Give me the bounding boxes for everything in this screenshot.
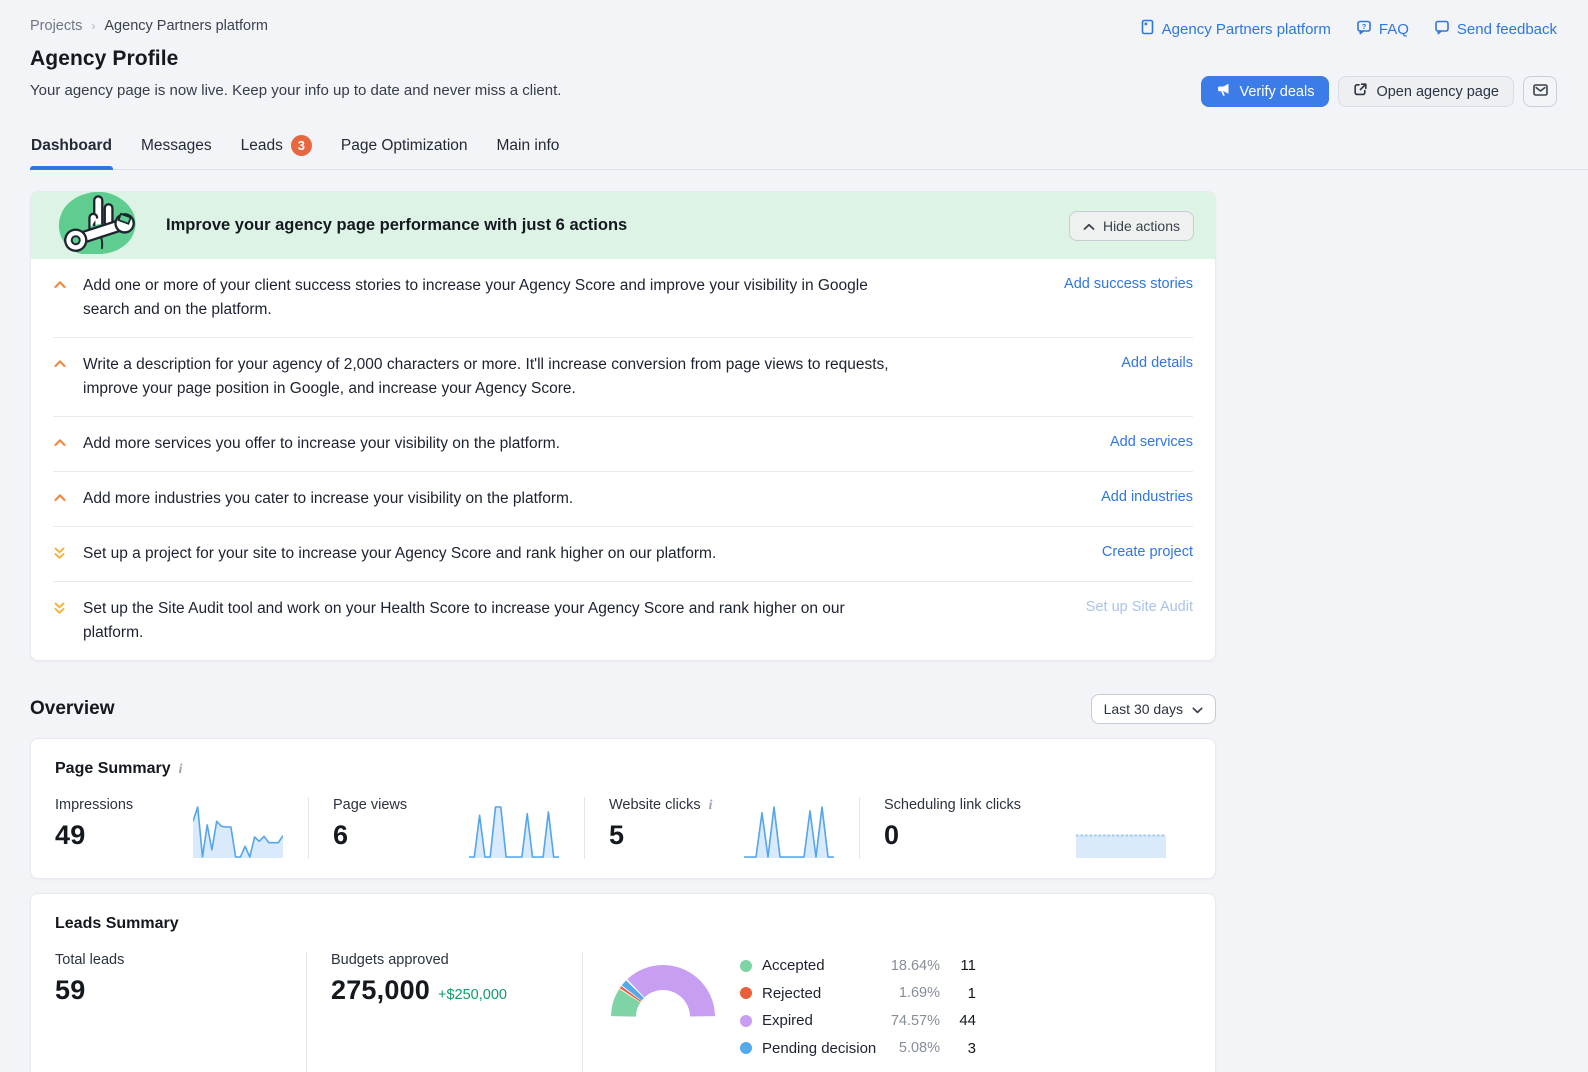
pending-decision-dot-icon: [740, 1042, 752, 1055]
budgets-approved-delta: +$250,000: [438, 987, 507, 1003]
leads-summary-card: Leads Summary Total leads 59 Budgets app…: [30, 893, 1216, 1072]
date-range-select[interactable]: Last 30 days: [1090, 694, 1216, 724]
actions-banner: Improve your agency page performance wit…: [31, 192, 1215, 259]
hide-actions-button[interactable]: Hide actions: [1068, 211, 1194, 241]
legend-row-accepted: Accepted 18.64% 11: [740, 952, 976, 980]
priority-high-icon: [53, 353, 83, 375]
page-summary-card: Page Summary i Impressions 49 Page views…: [30, 738, 1216, 879]
legend-row-expired: Expired 74.57% 44: [740, 1007, 976, 1035]
website-clicks-sparkline: [744, 806, 834, 858]
breadcrumb-chevron-icon: ›: [91, 19, 96, 33]
leads-status-donut-chart: [611, 965, 715, 1017]
hand-wrench-illustration: [49, 192, 150, 259]
tab-page-optimization[interactable]: Page Optimization: [340, 129, 469, 169]
metric-website-clicks: Website clicks i 5: [584, 797, 859, 859]
action-item-success-stories: Add one or more of your client success s…: [53, 259, 1193, 337]
header-links: Agency Partners platform ? FAQ Send feed…: [1140, 19, 1557, 39]
add-services-link[interactable]: Add services: [1110, 432, 1193, 450]
document-icon: [1140, 19, 1155, 39]
tab-messages[interactable]: Messages: [140, 129, 213, 169]
accepted-dot-icon: [740, 959, 752, 972]
send-feedback-link[interactable]: Send feedback: [1434, 19, 1557, 39]
action-item-project: Set up a project for your site to increa…: [53, 526, 1193, 581]
impressions-sparkline: [193, 806, 283, 858]
action-item-services: Add more services you offer to increase …: [53, 416, 1193, 471]
breadcrumb-projects[interactable]: Projects: [30, 18, 82, 34]
add-details-link[interactable]: Add details: [1121, 353, 1193, 371]
tab-leads[interactable]: Leads 3: [240, 129, 313, 169]
budgets-approved-value: 275,000: [331, 975, 430, 1005]
tab-bar: Dashboard Messages Leads 3 Page Optimizat…: [30, 129, 1588, 170]
budgets-approved-block: Budgets approved 275,000 +$250,000: [306, 952, 582, 1072]
page-title: Agency Profile: [30, 47, 179, 70]
header-actions: Verify deals Open agency page: [1201, 76, 1557, 107]
scheduling-clicks-sparkline: [1076, 834, 1166, 858]
rejected-dot-icon: [740, 987, 752, 1000]
leads-status-legend: Accepted 18.64% 11 Rejected 1.69% 1 Expi…: [740, 952, 976, 1062]
legend-row-pending: Pending decision 5.08% 3: [740, 1035, 976, 1063]
open-agency-page-button[interactable]: Open agency page: [1338, 76, 1514, 107]
priority-low-icon: [53, 597, 83, 621]
tab-main-info[interactable]: Main info: [496, 129, 561, 169]
actions-banner-title: Improve your agency page performance wit…: [166, 216, 628, 234]
leads-summary-content: Total leads 59 Budgets approved 275,000 …: [55, 952, 1191, 1072]
megaphone-icon: [1216, 82, 1231, 101]
page-views-sparkline: [469, 806, 559, 858]
info-icon[interactable]: i: [709, 797, 713, 813]
website-clicks-value: 5: [609, 820, 625, 850]
total-leads-block: Total leads 59: [55, 952, 306, 1072]
create-project-link[interactable]: Create project: [1102, 542, 1193, 560]
info-icon[interactable]: i: [179, 761, 183, 777]
add-industries-link[interactable]: Add industries: [1101, 487, 1193, 505]
leads-count-badge: 3: [290, 135, 312, 156]
priority-high-icon: [53, 432, 83, 454]
priority-high-icon: [53, 274, 83, 296]
faq-link[interactable]: ? FAQ: [1356, 19, 1409, 39]
messages-inbox-button[interactable]: [1523, 76, 1557, 107]
priority-high-icon: [53, 487, 83, 509]
external-link-icon: [1353, 82, 1368, 101]
agency-partners-platform-link[interactable]: Agency Partners platform: [1140, 19, 1331, 39]
priority-low-icon: [53, 542, 83, 566]
scheduling-clicks-value: 0: [884, 820, 900, 850]
action-items-list: Add one or more of your client success s…: [31, 259, 1215, 660]
metric-page-views: Page views 6: [308, 797, 584, 859]
page-views-value: 6: [333, 820, 349, 850]
overview-heading: Overview: [30, 698, 115, 719]
metric-scheduling-clicks: Scheduling link clicks 0: [859, 797, 1191, 859]
chat-bubble-icon: [1434, 19, 1450, 39]
leads-status-chart-block: Accepted 18.64% 11 Rejected 1.69% 1 Expi…: [582, 952, 1191, 1072]
impressions-value: 49: [55, 820, 86, 850]
add-success-stories-link[interactable]: Add success stories: [1064, 274, 1193, 292]
envelope-icon: [1532, 82, 1549, 102]
expired-dot-icon: [740, 1014, 752, 1027]
action-item-description: Write a description for your agency of 2…: [53, 337, 1193, 416]
chat-question-icon: ?: [1356, 19, 1372, 39]
breadcrumb-current: Agency Partners platform: [104, 18, 268, 34]
agency-profile-page: Agency Partners platform ? FAQ Send feed…: [0, 0, 1588, 1072]
page-summary-metrics: Impressions 49 Page views 6 Website clic…: [55, 797, 1191, 859]
chevron-up-icon: [1083, 218, 1095, 234]
verify-deals-button[interactable]: Verify deals: [1201, 76, 1330, 107]
metric-impressions: Impressions 49: [55, 797, 308, 859]
improve-actions-card: Improve your agency page performance wit…: [30, 191, 1216, 661]
action-item-site-audit: Set up the Site Audit tool and work on y…: [53, 581, 1193, 660]
tab-dashboard[interactable]: Dashboard: [30, 129, 113, 170]
set-up-site-audit-link[interactable]: Set up Site Audit: [1086, 597, 1193, 615]
leads-summary-title: Leads Summary: [55, 915, 179, 932]
svg-text:?: ?: [1362, 22, 1367, 31]
total-leads-value: 59: [55, 975, 86, 1005]
action-item-industries: Add more industries you cater to increas…: [53, 471, 1193, 526]
page-summary-title: Page Summary: [55, 760, 171, 777]
chevron-down-icon: [1192, 701, 1203, 717]
legend-row-rejected: Rejected 1.69% 1: [740, 980, 976, 1008]
